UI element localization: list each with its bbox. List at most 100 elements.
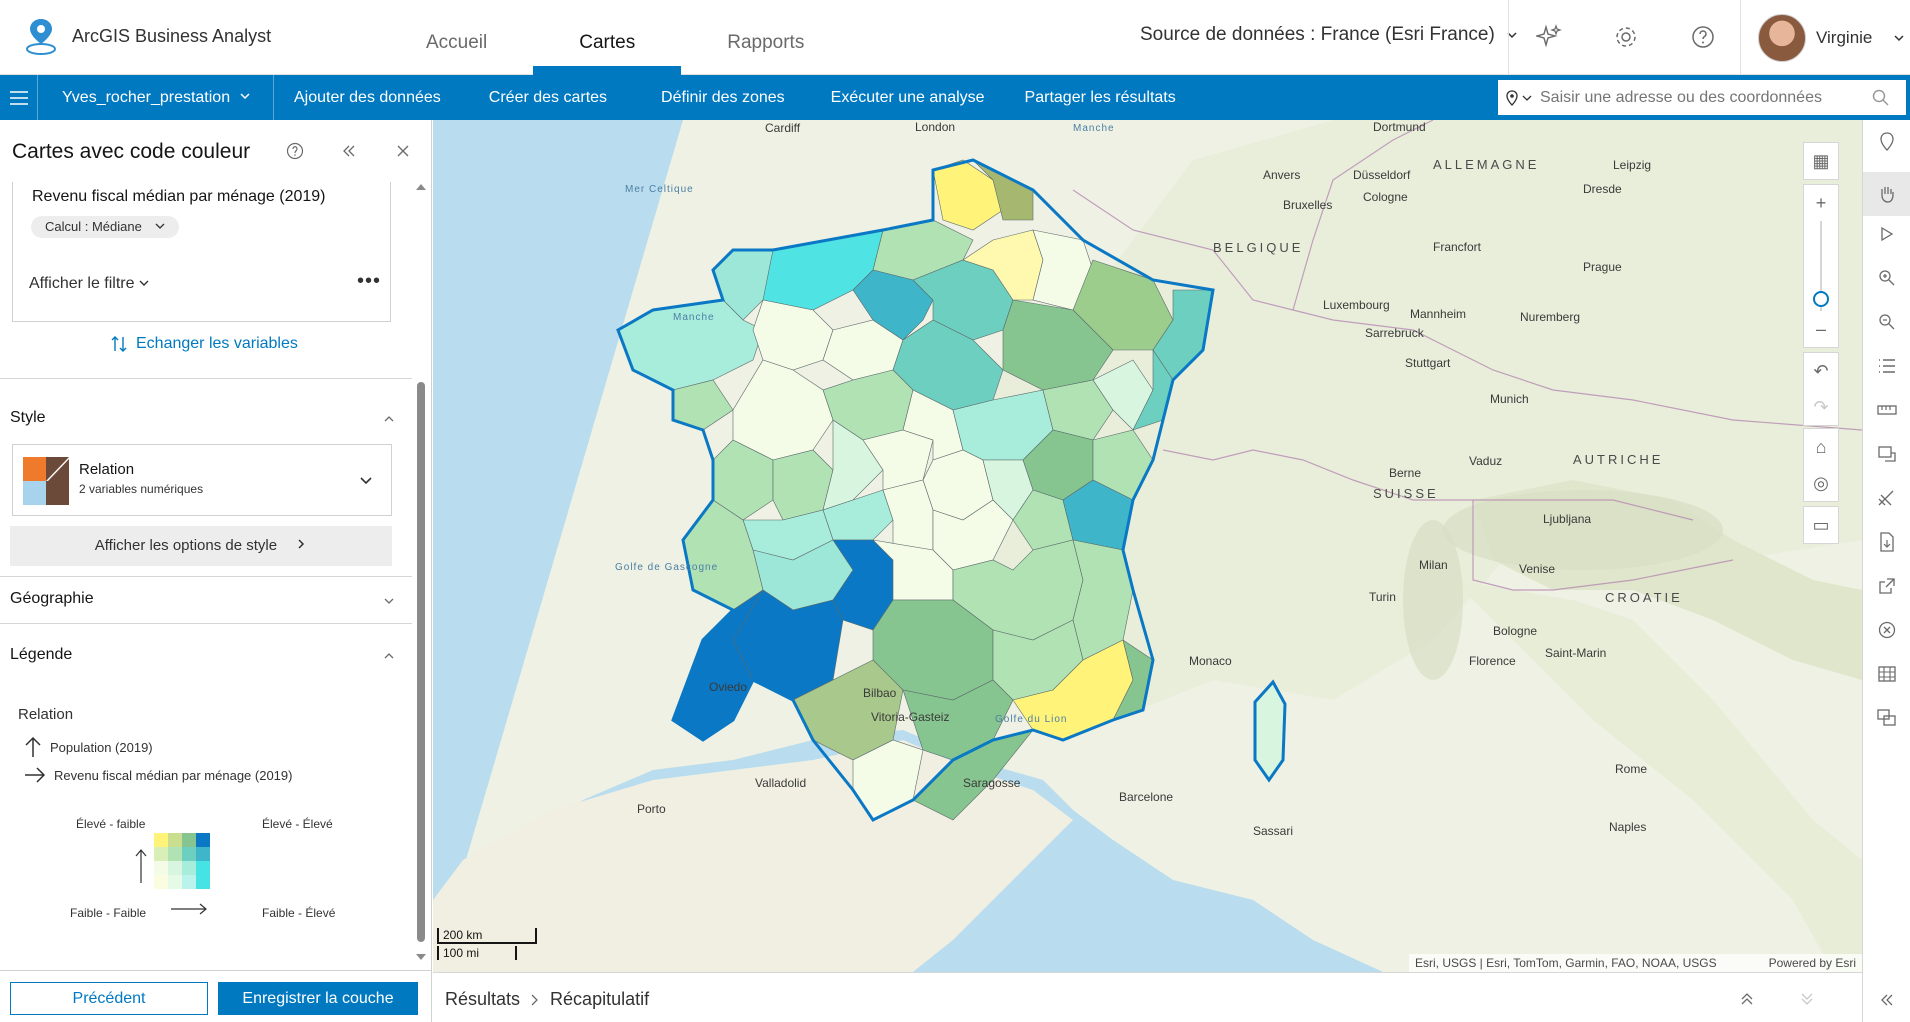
- select-arrow-icon[interactable]: [1875, 222, 1899, 246]
- help-icon[interactable]: [1688, 22, 1718, 52]
- data-source-selector[interactable]: Source de données : France (Esri France): [1140, 24, 1519, 46]
- map-tools-rail: [1862, 120, 1910, 1022]
- table-icon[interactable]: [1875, 662, 1899, 686]
- map-label: Monaco: [1189, 654, 1232, 668]
- relationship-style-icon: [23, 457, 69, 505]
- show-filter-label: Afficher le filtre: [29, 275, 135, 292]
- legend-section-header[interactable]: Légende: [10, 646, 72, 664]
- location-pin-icon[interactable]: [1498, 89, 1540, 106]
- home-locate-control[interactable]: ⌂ ◎: [1803, 428, 1839, 502]
- expand-down-icon[interactable]: [1799, 991, 1815, 1007]
- zoom-slider[interactable]: [1803, 221, 1839, 311]
- panel-scrollbar[interactable]: [414, 182, 428, 962]
- map-label: Saragosse: [963, 776, 1021, 790]
- attribution-text: Esri, USGS | Esri, TomTom, Garmin, FAO, …: [1415, 956, 1717, 970]
- close-icon[interactable]: [392, 140, 414, 162]
- share-results-button[interactable]: Partager les résultats: [1005, 75, 1196, 120]
- scale-km: 200 km: [437, 928, 537, 944]
- save-layer-button[interactable]: Enregistrer la couche: [218, 982, 418, 1015]
- header-divider: [1508, 0, 1509, 75]
- create-maps-button[interactable]: Créer des cartes: [461, 75, 635, 120]
- calculation-dropdown[interactable]: Calcul : Médiane: [31, 216, 180, 238]
- basemap: [433, 120, 1862, 972]
- qr-grid-icon[interactable]: ▦: [1803, 143, 1839, 179]
- workflow-steps: Ajouter des données Créer des cartes Déf…: [274, 75, 1196, 120]
- zoom-slider-handle[interactable]: [1813, 291, 1829, 307]
- more-options-icon[interactable]: •••: [357, 270, 381, 293]
- redo-icon[interactable]: ↷: [1803, 389, 1839, 425]
- style-options-button[interactable]: Afficher les options de style: [10, 526, 392, 566]
- section-divider: [0, 623, 412, 624]
- undo-redo-control[interactable]: ↶ ↷: [1803, 352, 1839, 426]
- pin-icon[interactable]: [1875, 130, 1899, 154]
- home-icon[interactable]: ⌂: [1803, 429, 1839, 465]
- user-menu[interactable]: Virginie: [1758, 14, 1906, 62]
- map-label: Oviedo: [709, 680, 748, 694]
- fullscreen-control[interactable]: ▭: [1803, 506, 1839, 544]
- map-attribution[interactable]: Esri, USGS | Esri, TomTom, Garmin, FAO, …: [1409, 954, 1862, 972]
- map-label: Mannheim: [1410, 307, 1467, 321]
- sketch-icon[interactable]: [1875, 486, 1899, 510]
- layer-list-icon[interactable]: [1875, 442, 1899, 466]
- ai-sparkle-icon[interactable]: [1534, 22, 1564, 52]
- powered-by-esri[interactable]: Powered by Esri: [1769, 954, 1856, 972]
- show-filter-toggle[interactable]: Afficher le filtre: [29, 275, 149, 293]
- tab-rapports[interactable]: Rapports: [681, 0, 850, 75]
- list-icon[interactable]: [1875, 354, 1899, 378]
- map-label: Naples: [1609, 820, 1647, 834]
- map-view[interactable]: Cardiff London Manche Dortmund ALLEMAGNE…: [433, 120, 1862, 972]
- chevron-up-icon[interactable]: [382, 412, 396, 426]
- legend-grid-cell: [182, 875, 196, 889]
- define-areas-button[interactable]: Définir des zones: [635, 75, 811, 120]
- zoom-in-tool-icon[interactable]: [1875, 266, 1899, 290]
- chevron-down-icon[interactable]: [382, 594, 396, 608]
- map-label: Vitoria-Gasteiz: [871, 710, 950, 724]
- undo-icon[interactable]: ↶: [1803, 353, 1839, 389]
- tab-cartes[interactable]: Cartes: [533, 0, 682, 75]
- brand[interactable]: ArcGIS Business Analyst: [24, 16, 271, 56]
- project-selector[interactable]: Yves_rocher_prestation: [38, 75, 274, 120]
- map-label: CROATIE: [1605, 590, 1683, 605]
- previous-button[interactable]: Précédent: [10, 982, 208, 1015]
- breadcrumb-summary[interactable]: Récapitulatif: [550, 989, 649, 1010]
- run-analysis-button[interactable]: Exécuter une analyse: [811, 75, 1005, 120]
- chevron-up-icon[interactable]: [382, 649, 396, 663]
- map-label: Nuremberg: [1520, 310, 1581, 324]
- export-document-icon[interactable]: [1875, 530, 1899, 554]
- add-data-button[interactable]: Ajouter des données: [274, 75, 461, 120]
- chevron-right-icon: [531, 994, 538, 1005]
- monitor-icon[interactable]: ▭: [1803, 507, 1839, 543]
- map-label: Francfort: [1433, 240, 1482, 254]
- basemap-gallery-button[interactable]: ▦: [1803, 142, 1839, 180]
- style-section-header[interactable]: Style: [10, 409, 46, 427]
- tab-accueil[interactable]: Accueil: [380, 0, 533, 75]
- gear-icon[interactable]: [1611, 22, 1641, 52]
- zoom-in-icon[interactable]: +: [1803, 185, 1839, 221]
- search-icon[interactable]: [1872, 89, 1890, 107]
- expand-up-icon[interactable]: [1739, 991, 1755, 1007]
- swap-variables-link[interactable]: Echanger les variables: [110, 335, 298, 353]
- zoom-control[interactable]: + –: [1803, 184, 1839, 348]
- zoom-out-icon[interactable]: –: [1803, 311, 1839, 347]
- collapse-rail-icon[interactable]: [1875, 988, 1899, 1012]
- geography-section-header[interactable]: Géographie: [10, 590, 94, 608]
- map-label: Florence: [1469, 654, 1516, 668]
- clear-circle-icon[interactable]: [1875, 618, 1899, 642]
- address-search-input[interactable]: [1540, 88, 1860, 107]
- compare-maps-icon[interactable]: [1875, 706, 1899, 730]
- scrollbar-thumb[interactable]: [417, 382, 425, 942]
- top-nav: Accueil Cartes Rapports: [380, 0, 850, 75]
- style-selector[interactable]: Relation 2 variables numériques: [12, 444, 392, 516]
- breadcrumb-results[interactable]: Résultats: [445, 989, 520, 1010]
- share-icon[interactable]: [1875, 574, 1899, 598]
- help-icon[interactable]: [284, 140, 306, 162]
- collapse-panel-icon[interactable]: [338, 140, 360, 162]
- avatar: [1758, 14, 1806, 62]
- zoom-out-tool-icon[interactable]: [1875, 310, 1899, 334]
- hamburger-menu-icon[interactable]: [0, 75, 38, 120]
- measure-icon[interactable]: [1875, 398, 1899, 422]
- pan-hand-icon[interactable]: [1863, 172, 1910, 216]
- locate-icon[interactable]: ◎: [1803, 465, 1839, 501]
- swap-arrows-icon: [111, 336, 127, 352]
- address-search[interactable]: [1498, 80, 1906, 115]
